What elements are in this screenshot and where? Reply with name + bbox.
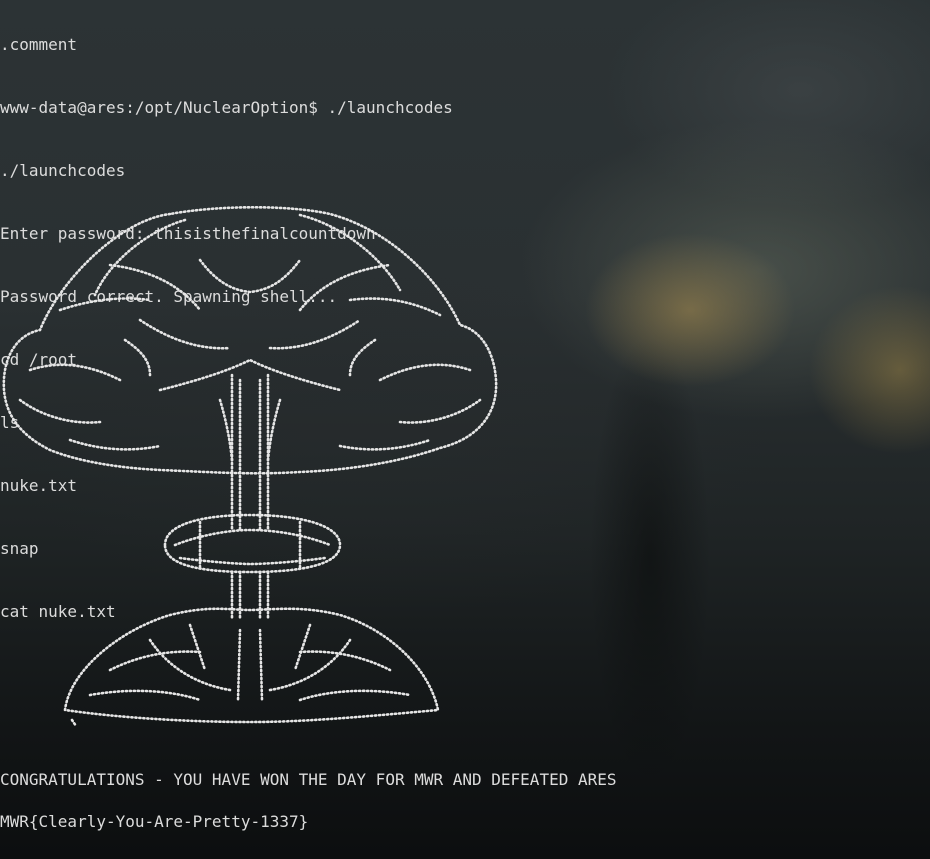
flag-text: MWR{Clearly-You-Are-Pretty-1337} bbox=[0, 812, 309, 831]
terminal-line: ./launchcodes bbox=[0, 161, 126, 180]
terminal-line: .comment bbox=[0, 35, 78, 54]
terminal-prompt-line: www-data@ares:/opt/NuclearOption$ ./laun… bbox=[0, 98, 453, 117]
congratulations-message: CONGRATULATIONS - YOU HAVE WON THE DAY F… bbox=[0, 770, 617, 789]
mushroom-cloud-ascii-art bbox=[2, 205, 498, 728]
